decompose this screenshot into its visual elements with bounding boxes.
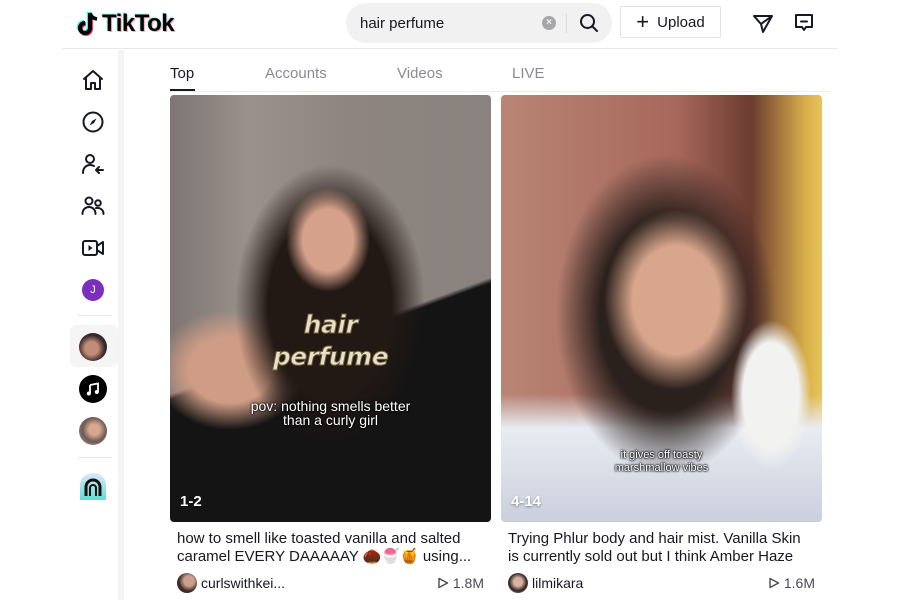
video-date: 4-14 [511, 493, 542, 510]
tab-accounts[interactable]: Accounts [265, 65, 327, 82]
home-icon [83, 70, 103, 90]
sidebar-scrollbar[interactable] [118, 50, 124, 600]
tab-top[interactable]: Top [170, 65, 194, 82]
video-card: hair perfume pov: nothing smells better … [170, 95, 491, 594]
user-follow-icon [82, 154, 104, 174]
video-date: 1-2 [180, 493, 202, 510]
play-icon [769, 577, 780, 589]
following-account-3[interactable] [78, 416, 108, 446]
inbox-button[interactable] [791, 10, 817, 36]
music-note-icon [86, 382, 99, 396]
clear-search-button[interactable]: × [542, 16, 556, 30]
friends-icon [81, 196, 105, 215]
profile-avatar: J [82, 279, 104, 301]
active-tab-indicator [170, 89, 195, 91]
video-meta: curlswithkei... 1.8M [177, 572, 484, 594]
search-button[interactable] [572, 7, 606, 39]
send-icon [753, 15, 773, 33]
author-avatar[interactable] [177, 573, 197, 593]
effect-house-icon [80, 473, 106, 500]
search-input[interactable] [360, 14, 535, 32]
upload-button[interactable]: + Upload [620, 6, 721, 38]
author-avatar[interactable] [508, 573, 528, 593]
inbox-icon [795, 14, 813, 31]
search-icon [580, 14, 598, 32]
tab-live[interactable]: LIVE [512, 65, 545, 82]
tab-videos[interactable]: Videos [397, 65, 443, 82]
upload-label: Upload [657, 13, 705, 31]
view-count: 1.6M [768, 575, 815, 591]
top-header: TikTok × + Upload [62, 0, 838, 49]
author-username[interactable]: curlswithkei... [201, 575, 437, 591]
overlay-title-line1: hair [303, 310, 358, 340]
account-avatar [79, 417, 107, 445]
video-caption[interactable]: how to smell like toasted vanilla and sa… [177, 530, 484, 566]
sidebar-item-for-you[interactable] [78, 65, 108, 95]
video-caption[interactable]: Trying Phlur body and hair mist. Vanilla… [508, 530, 815, 566]
sidebar-item-following[interactable] [78, 149, 108, 179]
search-tabs: Top Accounts Videos LIVE [170, 58, 830, 92]
author-username[interactable]: lilmikara [532, 575, 768, 591]
effect-house-link[interactable] [78, 472, 108, 502]
overlay-subtitle-line2: marshmallow vibes [614, 462, 709, 474]
video-thumbnail[interactable]: it gives off toasty marshmallow vibes 4-… [501, 95, 822, 522]
app-title: TikTok [102, 10, 175, 37]
following-account-2[interactable] [78, 374, 108, 404]
view-count-value: 1.6M [783, 575, 815, 591]
play-icon [438, 577, 449, 589]
account-avatar [79, 333, 107, 361]
overlay-title-line2: perfume [272, 342, 389, 372]
messages-button[interactable] [750, 10, 776, 36]
sidebar: J [62, 50, 118, 600]
video-meta: lilmikara 1.6M [508, 572, 815, 594]
sidebar-divider [78, 315, 112, 316]
sidebar-item-friends[interactable] [78, 191, 108, 221]
view-count-value: 1.8M [452, 575, 484, 591]
account-avatar [79, 375, 107, 403]
video-thumbnail[interactable]: hair perfume pov: nothing smells better … [170, 95, 491, 522]
following-account-1[interactable] [78, 332, 108, 362]
overlay-subtitle-line1: it gives off toasty [620, 449, 703, 461]
search-bar: × [346, 3, 612, 43]
tiktok-note-icon [77, 12, 98, 36]
sidebar-item-explore[interactable] [78, 107, 108, 137]
sidebar-divider [78, 457, 112, 458]
view-count: 1.8M [437, 575, 484, 591]
overlay-subtitle-line2: than a curly girl [283, 412, 378, 428]
tiktok-logo[interactable]: TikTok [76, 9, 175, 39]
live-video-icon [82, 240, 104, 256]
sidebar-item-profile[interactable]: J [78, 275, 108, 305]
plus-icon: + [636, 9, 650, 34]
sidebar-item-live[interactable] [78, 233, 108, 263]
compass-icon [82, 111, 104, 133]
video-card: it gives off toasty marshmallow vibes 4-… [501, 95, 822, 594]
search-divider [566, 13, 567, 33]
